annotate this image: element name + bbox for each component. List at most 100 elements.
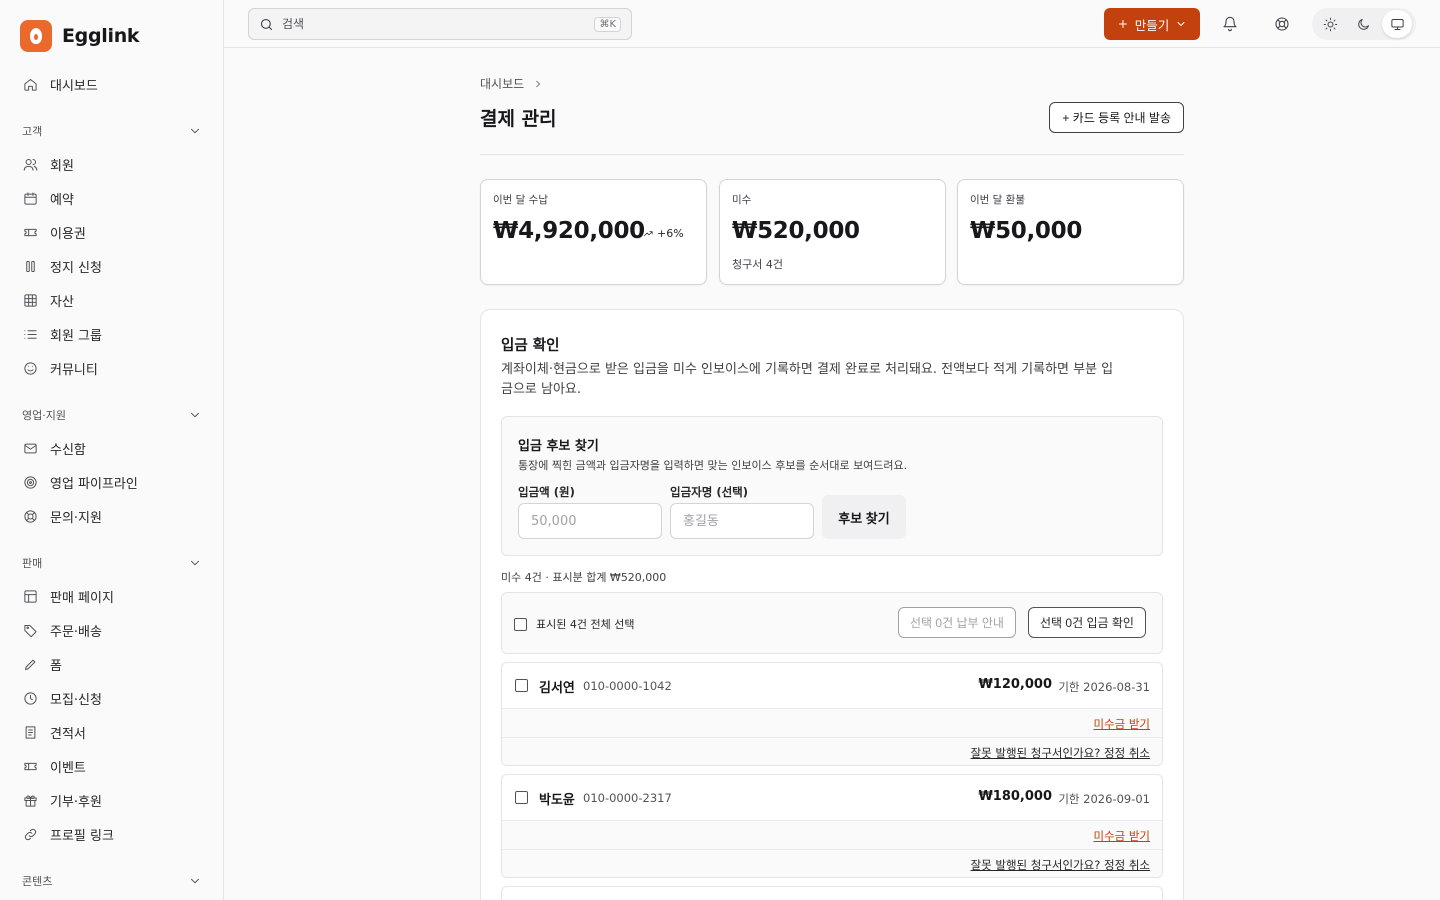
sidebar-item-passes[interactable]: 이용권 — [12, 217, 212, 247]
sidebar-item-label: 문의·지원 — [50, 510, 102, 526]
create-button[interactable]: 만들기 — [1104, 8, 1200, 40]
list-icon — [22, 326, 38, 342]
invoice-cancel-row: 잘못 발행된 청구서인가요? 정정 취소 — [502, 737, 1162, 765]
sidebar-item-label: 정지 신청 — [50, 260, 102, 276]
target-icon — [22, 474, 38, 490]
divider — [480, 154, 1184, 155]
users-icon — [22, 156, 38, 172]
main-content: 대시보드 결제 관리 + 카드 등록 안내 발송 이번 달 수납 ₩4,920,… — [480, 48, 1184, 900]
sidebar-item-dashboard[interactable]: 대시보드 — [12, 69, 212, 99]
sidebar-item-label: 판매 페이지 — [50, 590, 114, 606]
find-candidates-button[interactable]: 후보 찾기 — [822, 495, 906, 539]
invoice-checkbox[interactable] — [515, 679, 528, 692]
sidebar-item-quotes[interactable]: 견적서 — [12, 717, 212, 747]
chevron-down-icon — [1177, 22, 1185, 26]
depositor-input[interactable] — [670, 503, 814, 539]
moon-icon — [1358, 18, 1370, 30]
grid-icon — [22, 292, 38, 308]
notify-selected-button[interactable]: 선택 0건 납부 안내 — [898, 607, 1016, 638]
select-all-label: 표시된 4건 전체 선택 — [536, 618, 635, 631]
lifebuoy-icon — [22, 508, 38, 524]
outstanding-summary: 미수 4건 · 표시분 합계 ₩520,000 — [501, 571, 667, 584]
sidebar-group-content[interactable]: 콘텐츠 — [22, 871, 202, 891]
notifications-button[interactable] — [1216, 10, 1244, 38]
stat-card-monthly-refund: 이번 달 환불 ₩50,000 — [957, 179, 1184, 285]
deposit-confirm-panel: 입금 확인 계좌이체·현금으로 받은 입금을 미수 인보이스에 기록하면 결제 … — [480, 309, 1184, 900]
sidebar-group-customer[interactable]: 고객 — [22, 121, 202, 141]
theme-light-button[interactable] — [1316, 10, 1346, 38]
sidebar-item-label: 대시보드 — [50, 78, 98, 94]
sidebar-item-label: 영업 파이프라인 — [50, 476, 138, 492]
breadcrumb-dashboard[interactable]: 대시보드 — [480, 75, 524, 92]
sidebar-item-members[interactable]: 회원 — [12, 149, 212, 179]
stat-label: 미수 — [732, 194, 752, 206]
select-all[interactable]: 표시된 4건 전체 선택 — [514, 616, 634, 632]
sidebar-item-forms[interactable]: 폼 — [12, 649, 212, 679]
monitor-icon — [1391, 18, 1404, 30]
collect-outstanding-link[interactable]: 미수금 받기 — [1093, 716, 1150, 732]
trending-up-icon — [644, 231, 653, 237]
select-all-checkbox[interactable] — [514, 617, 527, 631]
sidebar-item-support[interactable]: 문의·지원 — [12, 501, 212, 531]
sidebar-item-suspension[interactable]: 정지 신청 — [12, 251, 212, 281]
sidebar-item-label: 모집·신청 — [50, 692, 102, 708]
stat-value: ₩4,920,000 — [493, 218, 645, 244]
stat-value: ₩50,000 — [970, 218, 1083, 244]
collect-outstanding-link[interactable]: 미수금 받기 — [1093, 828, 1150, 844]
stat-card-outstanding: 미수 ₩520,000 청구서 4건 — [719, 179, 946, 285]
lifebuoy-icon — [1275, 17, 1289, 31]
amount-input[interactable] — [518, 503, 662, 539]
search-input[interactable] — [282, 17, 587, 31]
sidebar-item-label: 자산 — [50, 294, 74, 310]
calendar-icon — [22, 190, 38, 206]
sidebar-item-community[interactable]: 커뮤니티 — [12, 353, 212, 383]
sidebar-item-member-groups[interactable]: 회원 그룹 — [12, 319, 212, 349]
theme-dark-button[interactable] — [1349, 10, 1379, 38]
sidebar-item-orders[interactable]: 주문·배송 — [12, 615, 212, 645]
egg-logo-icon — [20, 20, 52, 52]
group-label: 콘텐츠 — [22, 875, 53, 888]
invoice-header: 김서연 010-0000-1042 ₩120,000 기한 2026-08-31 — [502, 663, 1162, 708]
chevron-down-icon — [191, 412, 199, 418]
sidebar-item-reservations[interactable]: 예약 — [12, 183, 212, 213]
sidebar-item-pipeline[interactable]: 영업 파이프라인 — [12, 467, 212, 497]
sidebar-item-assets[interactable]: 자산 — [12, 285, 212, 315]
send-card-registration-button[interactable]: + 카드 등록 안내 발송 — [1049, 102, 1184, 133]
link-icon — [22, 826, 38, 842]
stat-label: 이번 달 환불 — [970, 194, 1025, 206]
stat-trend: +6% — [643, 227, 684, 240]
sidebar-item-label: 커뮤니티 — [50, 362, 98, 378]
finder-description: 통장에 찍힌 금액과 입금자명을 입력하면 맞는 인보이스 후보를 순서대로 보… — [518, 459, 908, 472]
void-invoice-link[interactable]: 잘못 발행된 청구서인가요? 정정 취소 — [971, 857, 1150, 873]
invoice-checkbox[interactable] — [515, 791, 528, 804]
help-button[interactable] — [1268, 10, 1296, 38]
sidebar-item-sales-page[interactable]: 판매 페이지 — [12, 581, 212, 611]
sidebar-item-label: 회원 — [50, 158, 74, 174]
void-invoice-link[interactable]: 잘못 발행된 청구서인가요? 정정 취소 — [971, 745, 1150, 761]
brand[interactable]: Egglink — [20, 20, 140, 52]
gift-icon — [22, 792, 38, 808]
sidebar-group-sales[interactable]: 판매 — [22, 553, 202, 573]
sidebar-item-recruit[interactable]: 모집·신청 — [12, 683, 212, 713]
invoice-card: 김서연 010-0000-1042 ₩120,000 기한 2026-08-31… — [501, 662, 1163, 766]
bell-icon — [1223, 16, 1237, 32]
theme-switch — [1312, 8, 1416, 40]
invoice-amount: ₩180,000 — [978, 789, 1052, 804]
sidebar-item-inbox[interactable]: 수신함 — [12, 433, 212, 463]
sidebar-item-donations[interactable]: 기부·후원 — [12, 785, 212, 815]
sidebar-item-label: 견적서 — [50, 726, 86, 742]
invoice-due-date: 기한 2026-09-01 — [1058, 792, 1150, 806]
sidebar-item-profile-link[interactable]: 프로필 링크 — [12, 819, 212, 849]
sidebar-item-events[interactable]: 이벤트 — [12, 751, 212, 781]
invoice-header: 박도윤 010-0000-2317 ₩180,000 기한 2026-09-01 — [502, 775, 1162, 820]
invoice-card: 박도윤 010-0000-2317 ₩180,000 기한 2026-09-01… — [501, 774, 1163, 878]
stat-card-monthly-collected: 이번 달 수납 ₩4,920,000 +6% — [480, 179, 707, 285]
sidebar-group-sales-support[interactable]: 영업·지원 — [22, 405, 202, 425]
invoice-amount: ₩120,000 — [978, 677, 1052, 692]
confirm-selected-button[interactable]: 선택 0건 입금 확인 — [1028, 607, 1146, 638]
sun-icon — [1323, 17, 1338, 31]
search-box[interactable]: ⌘K — [248, 8, 632, 40]
mail-icon — [22, 440, 38, 456]
theme-system-button[interactable] — [1382, 10, 1413, 38]
clock-icon — [22, 690, 38, 706]
